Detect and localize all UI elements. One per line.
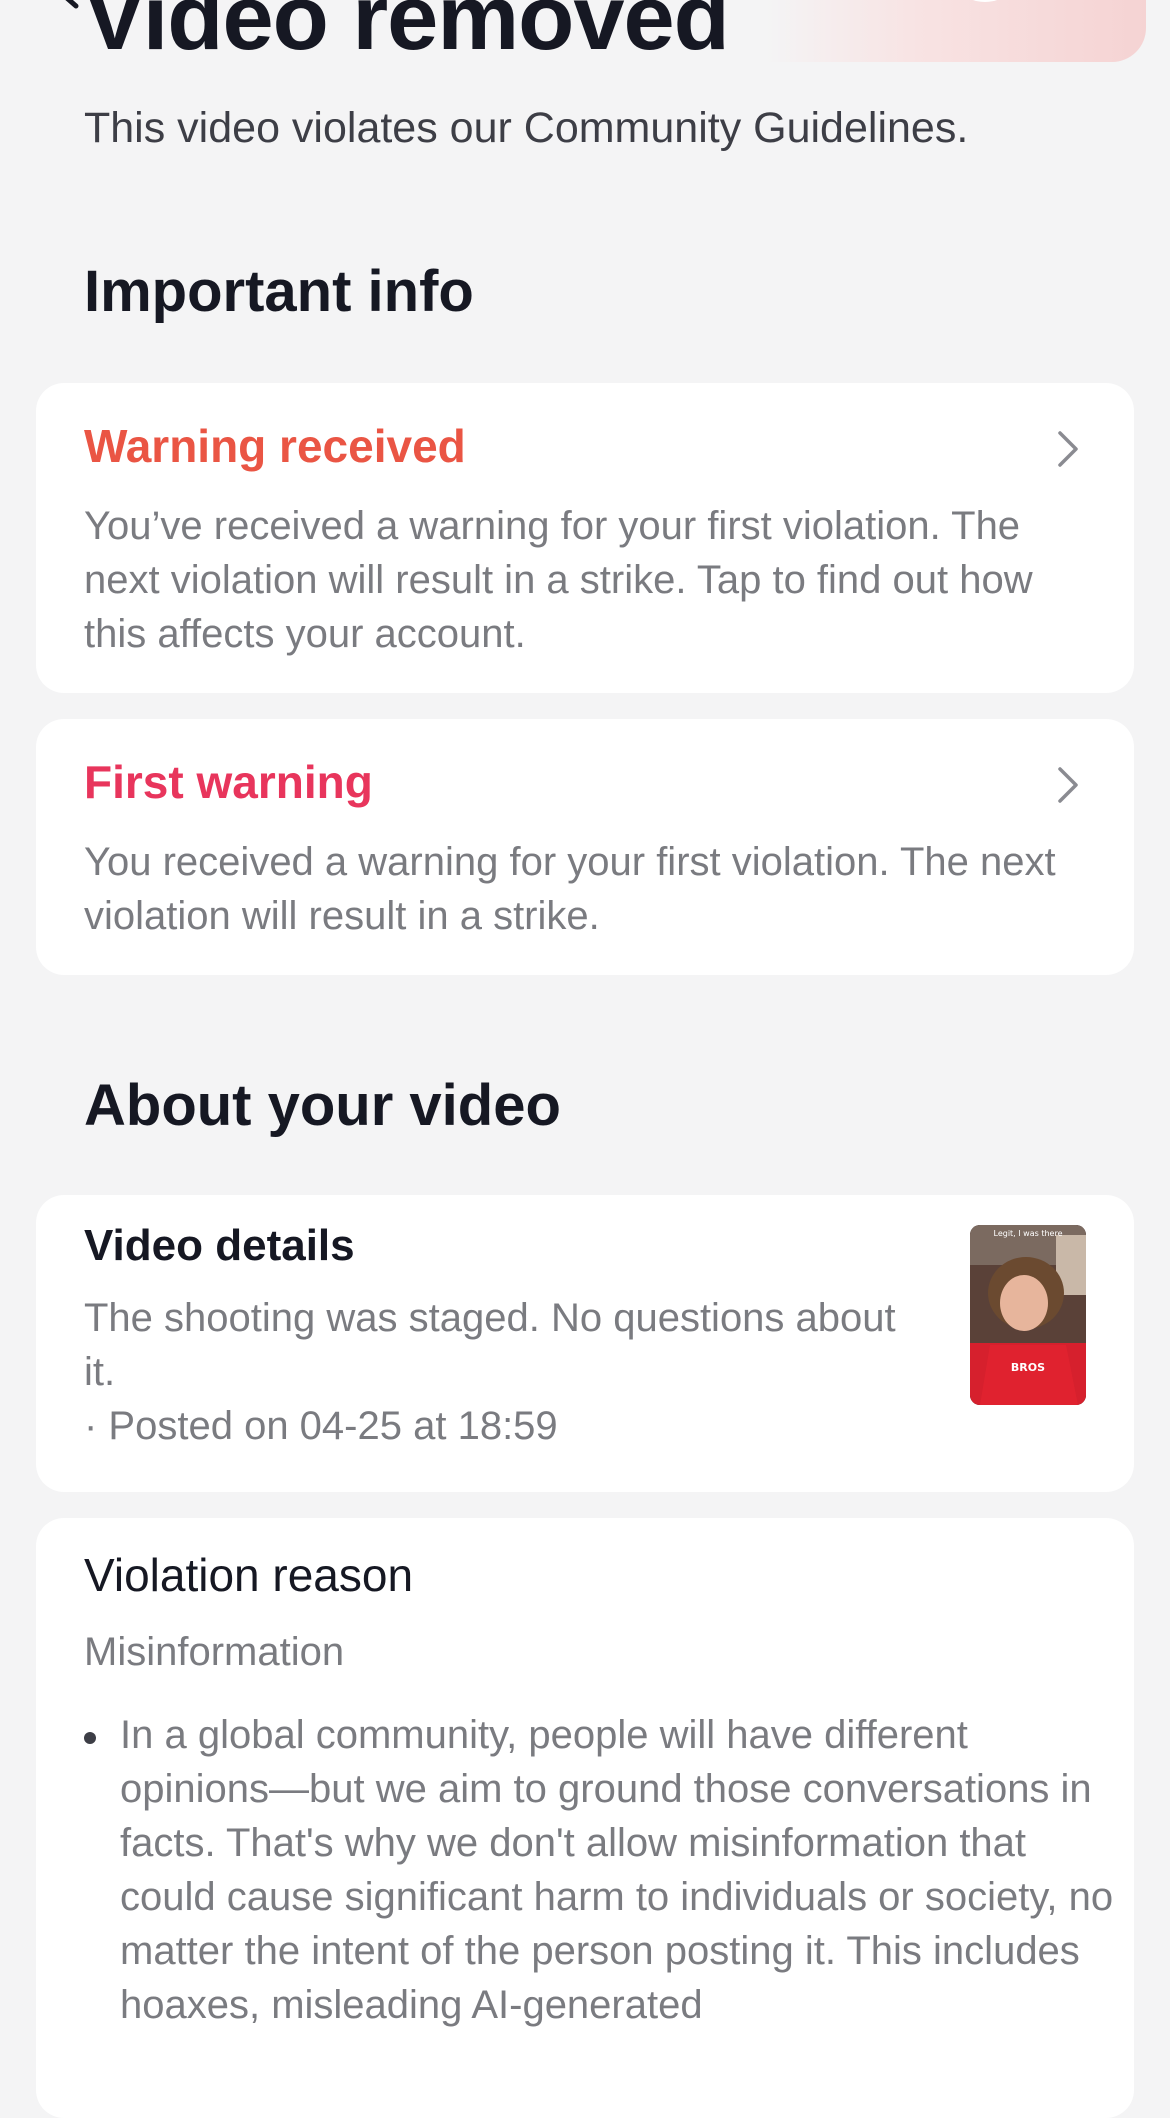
chevron-right-icon bbox=[1058, 767, 1078, 803]
warning-received-body: You’ve received a warning for your first… bbox=[84, 504, 1033, 656]
bullet-point bbox=[84, 1732, 96, 1744]
warning-received-title: Warning received bbox=[84, 420, 466, 472]
video-description: The shooting was staged. No questions ab… bbox=[84, 1296, 896, 1394]
video-details-title: Video details bbox=[84, 1221, 355, 1270]
header-decoration bbox=[766, 0, 1146, 62]
video-thumbnail[interactable]: BROS Legit, I was there bbox=[970, 1225, 1086, 1405]
video-details-card[interactable]: Video details The shooting was staged. N… bbox=[36, 1195, 1134, 1492]
svg-text:BROS: BROS bbox=[1011, 1361, 1045, 1374]
violation-description: In a global community, people will have … bbox=[120, 1713, 1114, 2027]
first-warning-title: First warning bbox=[84, 756, 373, 808]
important-info-heading: Important info bbox=[84, 259, 474, 324]
page: Video removed This video violates our Co… bbox=[0, 0, 1170, 2118]
violation-category: Misinformation bbox=[84, 1630, 345, 1674]
first-warning-card[interactable]: First warning You received a warning for… bbox=[36, 719, 1134, 975]
first-warning-body: You received a warning for your first vi… bbox=[84, 840, 1056, 938]
violation-reason-title: Violation reason bbox=[84, 1549, 414, 1601]
violation-reason-card: Violation reason Misinformation In a glo… bbox=[36, 1518, 1134, 2118]
about-video-heading: About your video bbox=[84, 1073, 561, 1138]
chevron-right-icon bbox=[1058, 431, 1078, 467]
thumbnail-caption: Legit, I was there bbox=[993, 1229, 1063, 1238]
warning-received-card[interactable]: Warning received You’ve received a warni… bbox=[36, 383, 1134, 693]
thumbnail-image: BROS bbox=[970, 1225, 1086, 1405]
video-posted-date: · Posted on 04-25 at 18:59 bbox=[84, 1404, 558, 1448]
decoration-shape bbox=[964, 0, 1006, 2]
page-subtitle: This video violates our Community Guidel… bbox=[84, 104, 969, 152]
page-title: Video removed bbox=[84, 0, 730, 69]
